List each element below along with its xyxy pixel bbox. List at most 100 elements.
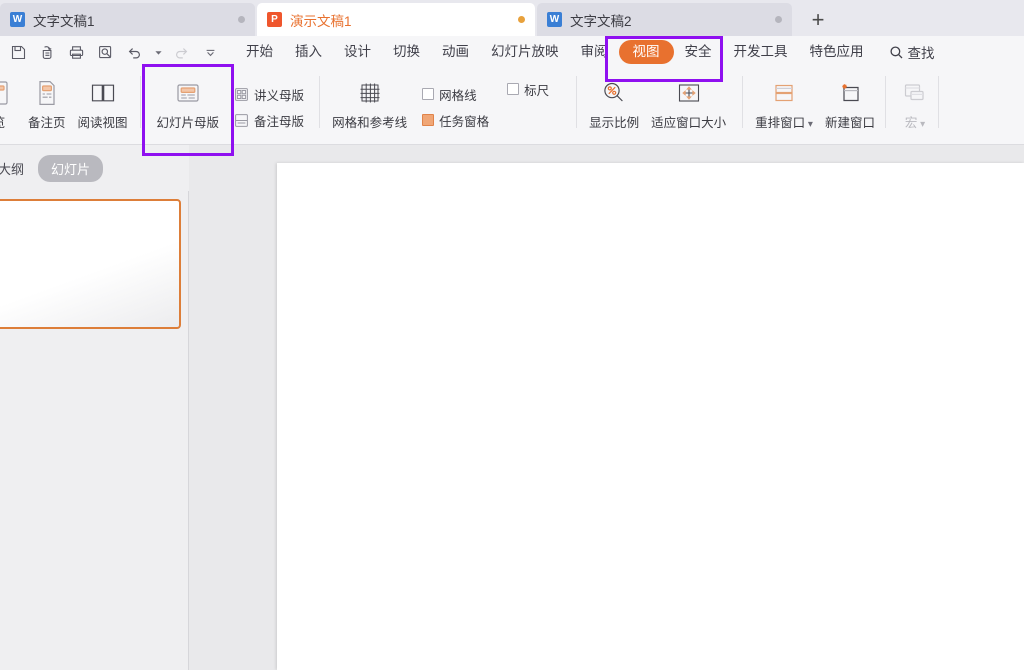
print-button[interactable] (62, 39, 91, 65)
ribbon-tab-security[interactable]: 安全 (674, 40, 723, 64)
ribbon-tab-design[interactable]: 设计 (333, 40, 382, 64)
ribbon-tab-featured[interactable]: 特色应用 (799, 40, 875, 64)
customize-qat-button[interactable] (196, 39, 225, 65)
zoom-percent-icon (599, 76, 629, 110)
ruler-label: 标尺 (524, 83, 550, 98)
outline-tab[interactable]: 大纲 (0, 159, 24, 178)
gridlines-checkbox-row[interactable]: 网格线 (417, 81, 494, 107)
slide-master-label: 幻灯片母版 (156, 116, 220, 130)
unsaved-dot[interactable] (775, 16, 782, 23)
ribbon-tab-insert[interactable]: 插入 (284, 40, 333, 64)
notes-page-icon (32, 76, 62, 110)
handout-master-icon (234, 87, 249, 102)
task-pane-checkbox[interactable] (422, 114, 435, 126)
new-tab-button[interactable]: + (794, 3, 842, 36)
ribbon-group-master-views: 幻灯片母版 讲义母版 备注母版 (147, 68, 314, 144)
outline-slides-switcher: 大纲 幻灯片 (0, 145, 189, 191)
handout-master-button[interactable]: 讲义母版 (229, 81, 309, 107)
group-separator (937, 76, 939, 128)
slide-thumbnail-1[interactable] (0, 199, 181, 329)
ribbon-tab-transition[interactable]: 切换 (382, 40, 431, 64)
group-separator (884, 76, 886, 128)
new-window-button[interactable]: 新建窗口 (819, 71, 881, 139)
grid-and-guides-label: 网格和参考线 (332, 116, 408, 130)
show-checkbox-stack: 网格线 任务窗格 (413, 72, 498, 142)
ribbon-tab-slideshow[interactable]: 幻灯片放映 (480, 40, 570, 64)
zoom-percent-label: 显示比例 (589, 116, 640, 130)
undo-button[interactable] (120, 39, 149, 65)
save-button[interactable] (4, 39, 33, 65)
search-icon (889, 45, 902, 58)
redo-button[interactable] (167, 39, 196, 65)
ribbon-tab-developer[interactable]: 开发工具 (723, 40, 799, 64)
macro-label: 宏 ▾ (904, 116, 926, 130)
slide-canvas[interactable] (277, 163, 1024, 670)
ribbon-group-zoom: 显示比例 适应窗口大小 (583, 68, 732, 144)
find-label: 查找 (907, 46, 935, 61)
document-tab-label: 文字文稿1 (33, 13, 95, 29)
ruler-checkbox-stack: 标尺 (498, 72, 558, 146)
unsaved-dot[interactable] (518, 16, 525, 23)
word-doc-icon: W (547, 12, 562, 27)
ribbon-group-window: 重排窗口 ▾ 新建窗口 (749, 68, 881, 144)
ruler-checkbox-row[interactable]: 标尺 (502, 76, 554, 102)
arrange-windows-label: 重排窗口 ▾ (755, 116, 813, 130)
notes-master-button[interactable]: 备注母版 (229, 107, 309, 133)
document-tab-0[interactable]: W 文字文稿1 (0, 3, 255, 36)
arrange-windows-button[interactable]: 重排窗口 ▾ (749, 71, 819, 139)
ribbon-group-macro: 宏 ▾ (892, 68, 938, 144)
ribbon-tab-start[interactable]: 开始 (235, 40, 284, 64)
ribbon-tab-review[interactable]: 审阅 (570, 40, 619, 64)
master-stack-buttons: 讲义母版 备注母版 (225, 72, 313, 142)
slide-thumbnail-pane[interactable] (0, 191, 189, 670)
notes-master-label: 备注母版 (254, 114, 305, 129)
ribbon-tab-animation[interactable]: 动画 (431, 40, 480, 64)
reading-layout-button[interactable]: 览 (0, 71, 22, 139)
print-preview-button[interactable] (91, 39, 120, 65)
find-button[interactable]: 查找 (889, 42, 935, 62)
quick-access-toolbar (0, 39, 225, 65)
wps-office-window: W 文字文稿1 P 演示文稿1 W 文字文稿2 + 开始 插入 设计 切换 动画… (0, 0, 1024, 670)
new-window-icon (835, 76, 865, 110)
group-separator (742, 76, 744, 128)
fit-to-window-button[interactable]: 适应窗口大小 (645, 71, 732, 139)
cloud-sync-icon[interactable] (33, 39, 62, 65)
reading-view-button[interactable]: 阅读视图 (72, 71, 134, 139)
new-window-label: 新建窗口 (824, 116, 875, 130)
document-tab-label: 文字文稿2 (570, 13, 632, 29)
ribbon-group-show: 网格和参考线 网格线 任务窗格 标尺 (326, 68, 558, 144)
reading-view-label: 阅读视图 (77, 116, 128, 130)
slide-master-button[interactable]: 幻灯片母版 (151, 71, 226, 139)
group-separator (576, 76, 578, 128)
slides-tab[interactable]: 幻灯片 (38, 154, 104, 182)
ruler-checkbox[interactable] (507, 83, 520, 95)
arrange-windows-icon (769, 76, 799, 110)
document-tab-1[interactable]: P 演示文稿1 (257, 3, 535, 36)
group-separator (139, 76, 141, 128)
word-doc-icon: W (10, 12, 25, 27)
editor-canvas-area (189, 145, 1024, 670)
grid-guides-icon (355, 76, 385, 110)
notes-page-button[interactable]: 备注页 (22, 71, 72, 139)
ribbon-tab-list: 开始 插入 设计 切换 动画 幻灯片放映 审阅 视图 安全 开发工具 特色应用 (235, 36, 875, 68)
zoom-percent-button[interactable]: 显示比例 (583, 71, 645, 139)
handout-master-label: 讲义母版 (254, 88, 305, 103)
grid-and-guides-button[interactable]: 网格和参考线 (326, 71, 413, 139)
ribbon-tab-view[interactable]: 视图 (618, 40, 674, 64)
notes-master-icon (234, 113, 249, 128)
gridlines-checkbox[interactable] (422, 88, 435, 100)
ribbon-toolbar: 览 备注页 阅读视 (0, 68, 1024, 145)
reading-layout-icon (0, 76, 14, 110)
slide-master-icon (173, 76, 203, 110)
document-tab-label: 演示文稿1 (290, 13, 352, 29)
reading-layout-label: 览 (0, 112, 5, 131)
document-tab-2[interactable]: W 文字文稿2 (537, 3, 792, 36)
undo-dropdown[interactable] (149, 39, 167, 65)
task-pane-checkbox-row[interactable]: 任务窗格 (417, 107, 494, 133)
macro-icon (900, 76, 930, 110)
macro-button[interactable]: 宏 ▾ (892, 71, 938, 139)
unsaved-dot[interactable] (238, 16, 245, 23)
quick-access-and-tabs-row: 开始 插入 设计 切换 动画 幻灯片放映 审阅 视图 安全 开发工具 特色应用 … (0, 36, 1024, 68)
reading-view-icon (88, 76, 118, 110)
document-tab-bar: W 文字文稿1 P 演示文稿1 W 文字文稿2 + (0, 0, 1024, 36)
